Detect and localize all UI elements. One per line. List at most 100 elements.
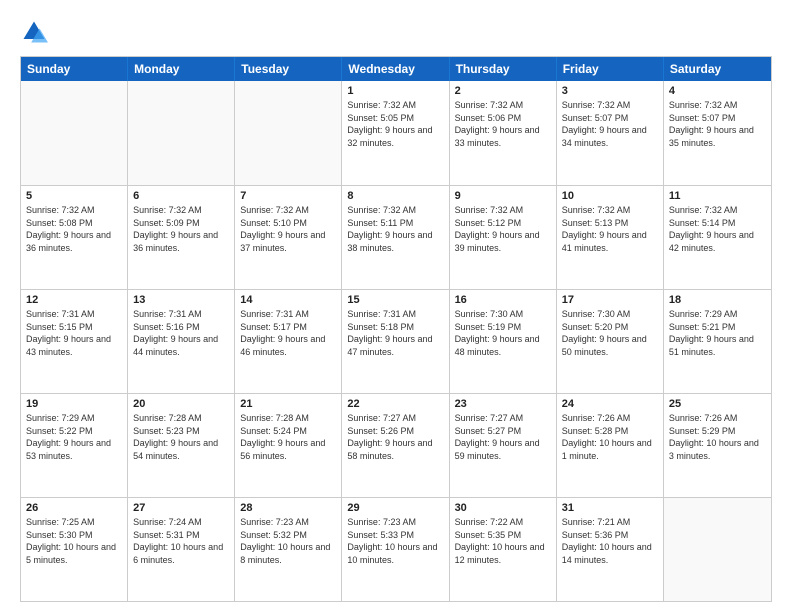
cell-day-number: 15 — [347, 294, 443, 306]
cell-day-number: 18 — [669, 294, 766, 306]
cell-day-info: Sunrise: 7:29 AM Sunset: 5:21 PM Dayligh… — [669, 308, 766, 358]
calendar-cell: 11 Sunrise: 7:32 AM Sunset: 5:14 PM Dayli… — [664, 186, 771, 289]
cell-day-info: Sunrise: 7:32 AM Sunset: 5:07 PM Dayligh… — [669, 99, 766, 149]
cell-day-number: 24 — [562, 398, 658, 410]
cell-day-number: 26 — [26, 502, 122, 514]
cell-day-number: 17 — [562, 294, 658, 306]
cell-day-info: Sunrise: 7:32 AM Sunset: 5:08 PM Dayligh… — [26, 204, 122, 254]
calendar-cell: 20Sunrise: 7:28 AM Sunset: 5:23 PM Dayli… — [128, 394, 235, 497]
cell-day-number: 22 — [347, 398, 443, 410]
calendar-cell: 6 Sunrise: 7:32 AM Sunset: 5:09 PM Daylig… — [128, 186, 235, 289]
cell-day-info: Sunrise: 7:21 AM Sunset: 5:36 PM Dayligh… — [562, 516, 658, 566]
cell-day-number: 6 — [133, 190, 229, 202]
cell-day-info: Sunrise: 7:25 AM Sunset: 5:30 PM Dayligh… — [26, 516, 122, 566]
cell-day-number: 3 — [562, 85, 658, 97]
calendar-cell: 22 Sunrise: 7:27 AM Sunset: 5:26 PM Dayli… — [342, 394, 449, 497]
calendar-cell: 16 Sunrise: 7:30 AM Sunset: 5:19 PM Dayli… — [450, 290, 557, 393]
cell-day-number: 31 — [562, 502, 658, 514]
weekday-header: Wednesday — [342, 57, 449, 81]
calendar-row: 26 Sunrise: 7:25 AM Sunset: 5:30 PM Dayli… — [21, 497, 771, 601]
cell-day-number: 9 — [455, 190, 551, 202]
calendar-cell: 3Sunrise: 7:32 AM Sunset: 5:07 PM Daylig… — [557, 81, 664, 185]
calendar-cell: 2Sunrise: 7:32 AM Sunset: 5:06 PM Daylig… — [450, 81, 557, 185]
cell-day-info: Sunrise: 7:32 AM Sunset: 5:12 PM Dayligh… — [455, 204, 551, 254]
calendar-cell: 1 Sunrise: 7:32 AM Sunset: 5:05 PM Daylig… — [342, 81, 449, 185]
calendar-cell: 23 Sunrise: 7:27 AM Sunset: 5:27 PM Dayli… — [450, 394, 557, 497]
logo — [20, 18, 54, 46]
calendar-cell: 28 Sunrise: 7:23 AM Sunset: 5:32 PM Dayli… — [235, 498, 342, 601]
cell-day-number: 29 — [347, 502, 443, 514]
cell-day-info: Sunrise: 7:32 AM Sunset: 5:05 PM Dayligh… — [347, 99, 443, 149]
cell-day-info: Sunrise: 7:24 AM Sunset: 5:31 PM Dayligh… — [133, 516, 229, 566]
calendar-cell: 29 Sunrise: 7:23 AM Sunset: 5:33 PM Dayli… — [342, 498, 449, 601]
cell-day-number: 27 — [133, 502, 229, 514]
calendar-cell: 21Sunrise: 7:28 AM Sunset: 5:24 PM Dayli… — [235, 394, 342, 497]
cell-day-info: Sunrise: 7:28 AM Sunset: 5:24 PM Dayligh… — [240, 412, 336, 462]
calendar-cell: 4 Sunrise: 7:32 AM Sunset: 5:07 PM Daylig… — [664, 81, 771, 185]
calendar: SundayMondayTuesdayWednesdayThursdayFrid… — [20, 56, 772, 602]
cell-day-number: 2 — [455, 85, 551, 97]
page-container: SundayMondayTuesdayWednesdayThursdayFrid… — [0, 0, 792, 612]
cell-day-number: 7 — [240, 190, 336, 202]
cell-day-info: Sunrise: 7:22 AM Sunset: 5:35 PM Dayligh… — [455, 516, 551, 566]
calendar-cell: 25 Sunrise: 7:26 AM Sunset: 5:29 PM Dayli… — [664, 394, 771, 497]
cell-day-info: Sunrise: 7:23 AM Sunset: 5:33 PM Dayligh… — [347, 516, 443, 566]
cell-day-number: 25 — [669, 398, 766, 410]
calendar-cell: 13Sunrise: 7:31 AM Sunset: 5:16 PM Dayli… — [128, 290, 235, 393]
calendar-cell: 7Sunrise: 7:32 AM Sunset: 5:10 PM Daylig… — [235, 186, 342, 289]
cell-day-number: 14 — [240, 294, 336, 306]
cell-day-number: 20 — [133, 398, 229, 410]
calendar-header: SundayMondayTuesdayWednesdayThursdayFrid… — [21, 57, 771, 81]
cell-day-info: Sunrise: 7:32 AM Sunset: 5:14 PM Dayligh… — [669, 204, 766, 254]
calendar-cell: 26 Sunrise: 7:25 AM Sunset: 5:30 PM Dayli… — [21, 498, 128, 601]
cell-day-number: 11 — [669, 190, 766, 202]
cell-day-number: 23 — [455, 398, 551, 410]
cell-day-number: 19 — [26, 398, 122, 410]
calendar-cell: 10Sunrise: 7:32 AM Sunset: 5:13 PM Dayli… — [557, 186, 664, 289]
cell-day-info: Sunrise: 7:23 AM Sunset: 5:32 PM Dayligh… — [240, 516, 336, 566]
cell-day-info: Sunrise: 7:30 AM Sunset: 5:20 PM Dayligh… — [562, 308, 658, 358]
cell-day-info: Sunrise: 7:30 AM Sunset: 5:19 PM Dayligh… — [455, 308, 551, 358]
cell-day-info: Sunrise: 7:27 AM Sunset: 5:26 PM Dayligh… — [347, 412, 443, 462]
cell-day-number: 4 — [669, 85, 766, 97]
calendar-cell — [664, 498, 771, 601]
calendar-cell: 27 Sunrise: 7:24 AM Sunset: 5:31 PM Dayli… — [128, 498, 235, 601]
calendar-cell — [235, 81, 342, 185]
calendar-row: 5 Sunrise: 7:32 AM Sunset: 5:08 PM Daylig… — [21, 185, 771, 289]
weekday-header: Monday — [128, 57, 235, 81]
weekday-header: Friday — [557, 57, 664, 81]
cell-day-info: Sunrise: 7:32 AM Sunset: 5:11 PM Dayligh… — [347, 204, 443, 254]
cell-day-info: Sunrise: 7:31 AM Sunset: 5:17 PM Dayligh… — [240, 308, 336, 358]
calendar-cell: 14 Sunrise: 7:31 AM Sunset: 5:17 PM Dayli… — [235, 290, 342, 393]
cell-day-info: Sunrise: 7:26 AM Sunset: 5:29 PM Dayligh… — [669, 412, 766, 462]
calendar-row: 19Sunrise: 7:29 AM Sunset: 5:22 PM Dayli… — [21, 393, 771, 497]
cell-day-info: Sunrise: 7:26 AM Sunset: 5:28 PM Dayligh… — [562, 412, 658, 462]
cell-day-info: Sunrise: 7:31 AM Sunset: 5:15 PM Dayligh… — [26, 308, 122, 358]
cell-day-info: Sunrise: 7:31 AM Sunset: 5:18 PM Dayligh… — [347, 308, 443, 358]
calendar-cell: 30 Sunrise: 7:22 AM Sunset: 5:35 PM Dayli… — [450, 498, 557, 601]
logo-icon — [20, 18, 48, 46]
cell-day-number: 12 — [26, 294, 122, 306]
weekday-header: Tuesday — [235, 57, 342, 81]
cell-day-number: 8 — [347, 190, 443, 202]
cell-day-number: 28 — [240, 502, 336, 514]
weekday-header: Saturday — [664, 57, 771, 81]
calendar-cell: 9 Sunrise: 7:32 AM Sunset: 5:12 PM Daylig… — [450, 186, 557, 289]
header — [20, 18, 772, 46]
cell-day-number: 16 — [455, 294, 551, 306]
cell-day-number: 5 — [26, 190, 122, 202]
calendar-body: 1 Sunrise: 7:32 AM Sunset: 5:05 PM Daylig… — [21, 81, 771, 601]
calendar-row: 1 Sunrise: 7:32 AM Sunset: 5:05 PM Daylig… — [21, 81, 771, 185]
calendar-cell: 17 Sunrise: 7:30 AM Sunset: 5:20 PM Dayli… — [557, 290, 664, 393]
calendar-cell — [21, 81, 128, 185]
weekday-header: Sunday — [21, 57, 128, 81]
calendar-cell: 5 Sunrise: 7:32 AM Sunset: 5:08 PM Daylig… — [21, 186, 128, 289]
weekday-header: Thursday — [450, 57, 557, 81]
calendar-cell: 8 Sunrise: 7:32 AM Sunset: 5:11 PM Daylig… — [342, 186, 449, 289]
cell-day-info: Sunrise: 7:32 AM Sunset: 5:09 PM Dayligh… — [133, 204, 229, 254]
cell-day-number: 1 — [347, 85, 443, 97]
cell-day-number: 30 — [455, 502, 551, 514]
cell-day-number: 13 — [133, 294, 229, 306]
calendar-cell: 12 Sunrise: 7:31 AM Sunset: 5:15 PM Dayli… — [21, 290, 128, 393]
cell-day-info: Sunrise: 7:27 AM Sunset: 5:27 PM Dayligh… — [455, 412, 551, 462]
